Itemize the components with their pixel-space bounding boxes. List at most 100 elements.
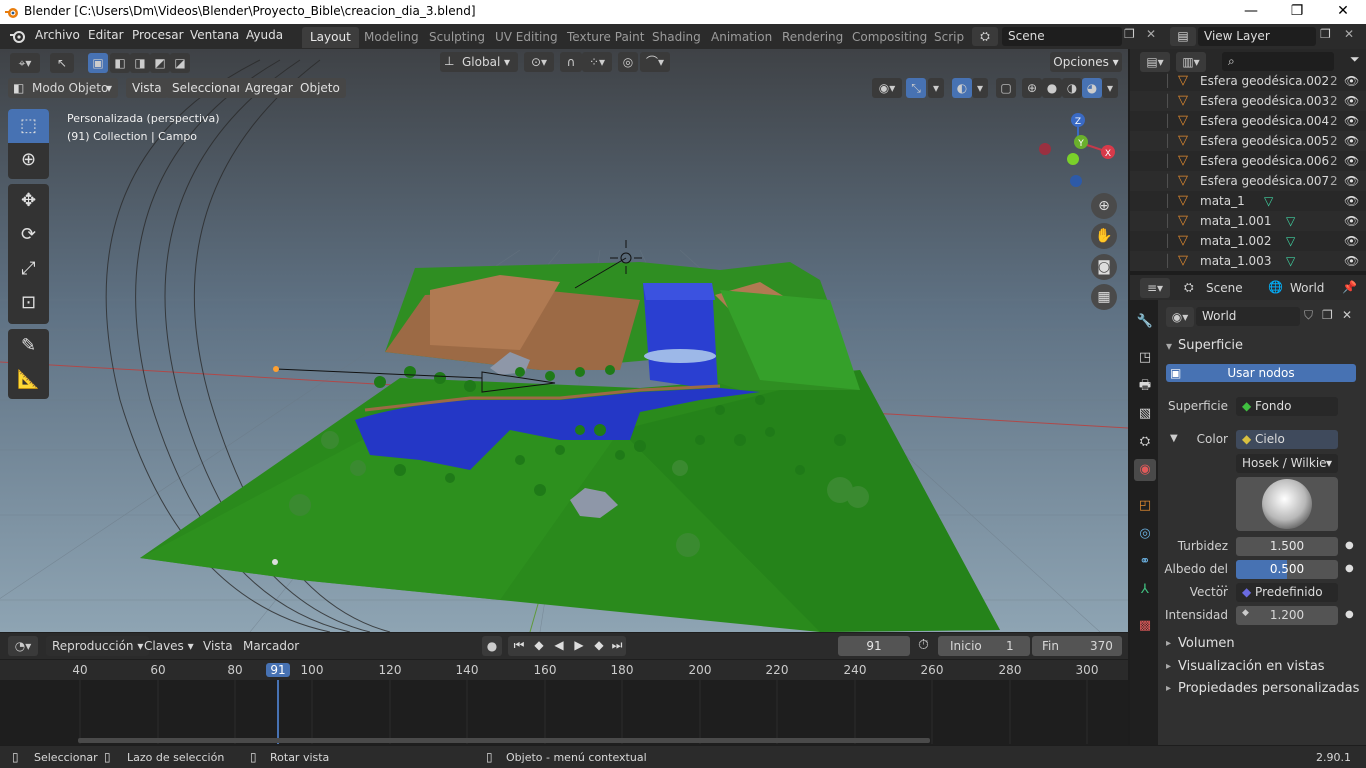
eye-icon[interactable]: 👁 [1344, 111, 1359, 131]
overlays-toggle[interactable]: ◐ [952, 78, 972, 98]
tab-data[interactable]: ⅄ [1134, 579, 1156, 601]
shading-rendered-button[interactable]: ◕ [1082, 78, 1102, 98]
tab-texture-paint[interactable]: Texture Paint [559, 27, 652, 48]
scene-browse-button[interactable]: ⛭ [972, 27, 998, 46]
outliner-editor-type-button[interactable]: ▤▾ [1140, 52, 1170, 72]
tab-world[interactable]: ◉ [1134, 459, 1156, 481]
playback-dropdown[interactable]: Reproducción ▾ [46, 636, 150, 656]
tab-constraints[interactable]: ⚭ [1134, 551, 1156, 573]
tab-scene[interactable]: ⛭ [1134, 431, 1156, 453]
tab-layout[interactable]: Layout [302, 27, 359, 48]
menu-agregar[interactable]: Agregar [239, 78, 299, 98]
timeline-editor-type-button[interactable]: ◔▾ [8, 636, 38, 656]
keys-dropdown[interactable]: Claves ▾ [140, 636, 198, 656]
gizmo-dropdown[interactable]: ▾ [928, 78, 944, 98]
play-icon[interactable]: ▶ [570, 638, 588, 652]
tab-shading[interactable]: Shading [644, 27, 709, 48]
display-mode-button[interactable]: ▥▾ [1176, 52, 1206, 72]
outliner-item[interactable]: │ ▽ Esfera geodésica.007 2 👁 [1130, 171, 1366, 191]
intensity-field[interactable]: ◆ 1.200 [1236, 606, 1338, 625]
mesh-data-icon[interactable]: ▽ [1286, 251, 1295, 271]
jump-start-icon[interactable]: ⏮ [510, 638, 528, 653]
next-keyframe-icon[interactable]: ◆ [590, 638, 608, 652]
color-input-field[interactable]: ◆ Cielo [1236, 430, 1338, 449]
tab-animation[interactable]: Animation [703, 27, 780, 48]
annotate-tool[interactable]: ✎ [8, 329, 49, 363]
eye-icon[interactable]: 👁 [1344, 71, 1359, 91]
proportional-falloff-button[interactable]: ⌒▾ [640, 52, 670, 72]
end-frame-field[interactable]: Fin 370 [1032, 636, 1122, 656]
start-frame-field[interactable]: Inicio 1 [938, 636, 1030, 656]
surface-expand-icon[interactable]: ▾ [1166, 339, 1172, 353]
outliner-item[interactable]: │ ▽ mata_1.001 ▽ 👁 [1130, 211, 1366, 231]
use-nodes-button[interactable]: ▣ Usar nodos [1166, 364, 1356, 382]
measure-tool[interactable]: 📐 [8, 363, 49, 397]
eye-icon[interactable]: 👁 [1344, 251, 1359, 271]
blender-menu-icon[interactable] [9, 28, 27, 44]
mode-dropdown[interactable]: ◧ Modo Objeto ▾ [8, 78, 118, 98]
eye-icon[interactable]: 👁 [1344, 211, 1359, 231]
tab-object[interactable]: ◰ [1134, 495, 1156, 517]
close-button[interactable]: ✕ [1320, 0, 1366, 24]
tab-rendering[interactable]: Rendering [774, 27, 851, 48]
mesh-data-icon[interactable]: ▽ [1264, 191, 1273, 211]
light-probe[interactable] [272, 559, 278, 565]
gizmo-toggle[interactable]: ⤡ [906, 78, 926, 98]
tab-uv-editing[interactable]: UV Editing [487, 27, 566, 48]
outliner-item[interactable]: │ ▽ Esfera geodésica.003 2 👁 [1130, 91, 1366, 111]
camera-view-button[interactable]: ◙ [1091, 254, 1117, 280]
visibility-dropdown[interactable]: ◉▾ [872, 78, 902, 98]
fake-user-icon[interactable]: ⛉ [1304, 308, 1313, 323]
tab-view-layer[interactable]: ▧ [1134, 403, 1156, 425]
maximize-button[interactable]: ❐ [1274, 0, 1320, 24]
tab-texture[interactable]: ▩ [1134, 615, 1156, 637]
duplicate-world-icon[interactable]: ❐ [1322, 308, 1333, 322]
tab-render[interactable]: ◳ [1134, 347, 1156, 369]
shading-dropdown[interactable]: ▾ [1102, 78, 1118, 98]
eye-icon[interactable]: 👁 [1344, 171, 1359, 191]
scene-name-field[interactable]: Scene [1002, 27, 1122, 46]
ortho-toggle-button[interactable]: ▦ [1091, 284, 1117, 310]
albedo-slider[interactable]: 0.500 [1236, 560, 1338, 579]
scale-tool[interactable]: ⤢ [8, 252, 49, 286]
world-name-field[interactable]: World [1196, 307, 1300, 326]
pin-icon[interactable]: 📌 [1342, 280, 1357, 294]
outliner-item[interactable]: │ ▽ mata_1.003 ▽ 👁 [1130, 251, 1366, 271]
select-mode-invert-button[interactable]: ◩ [150, 53, 170, 73]
minimize-button[interactable]: — [1228, 0, 1274, 24]
select-mode-extend-button[interactable]: ◧ [110, 53, 130, 73]
duplicate-scene-icon[interactable]: ❐ [1124, 27, 1142, 41]
stopwatch-icon[interactable]: ⏱ [918, 637, 929, 653]
tab-physics[interactable]: ◎ [1134, 523, 1156, 545]
filter-icon[interactable]: ⏷ [1350, 52, 1360, 67]
eye-icon[interactable]: 👁 [1344, 231, 1359, 251]
menu-ayuda[interactable]: Ayuda [246, 28, 283, 42]
jump-end-icon[interactable]: ⏭ [608, 638, 626, 653]
cursor-tool[interactable]: ⊕ [8, 143, 49, 177]
view-layer-field[interactable]: View Layer [1198, 27, 1316, 46]
shading-wireframe-button[interactable]: ⊕ [1022, 78, 1042, 98]
shading-solid-button[interactable]: ● [1042, 78, 1062, 98]
tab-output[interactable]: 🖶 [1134, 375, 1156, 397]
outliner-search-input[interactable]: ⌕ [1222, 52, 1334, 71]
prev-keyframe-icon[interactable]: ◆ [530, 638, 548, 652]
select-mode-subtract-button[interactable]: ◨ [130, 53, 150, 73]
sky-type-dropdown[interactable]: Hosek / Wilkie ▾ [1236, 454, 1338, 473]
current-frame-field[interactable]: 91 [838, 636, 910, 656]
breadcrumb-scene[interactable]: Scene [1206, 281, 1243, 295]
snap-toggle[interactable]: ∩ [560, 52, 582, 72]
tab-tool[interactable]: 🔧 [1134, 311, 1156, 333]
keyframe-dot-icon[interactable]: ● [1345, 563, 1354, 574]
timeline-scrollbar[interactable] [78, 738, 930, 743]
properties-editor-type-button[interactable]: ≡▾ [1140, 278, 1170, 298]
editor-type-button[interactable]: ⌖▾ [10, 53, 40, 73]
playhead-frame-label[interactable]: 91 [266, 663, 290, 677]
menu-archivo[interactable]: Archivo [35, 28, 80, 42]
rotate-tool[interactable]: ⟳ [8, 218, 49, 252]
duplicate-view-layer-icon[interactable]: ❐ [1320, 27, 1338, 41]
mesh-data-icon[interactable]: ▽ [1286, 231, 1295, 251]
menu-ventana[interactable]: Ventana [190, 28, 239, 42]
menu-procesar[interactable]: Procesar [132, 28, 184, 42]
mesh-data-icon[interactable]: ▽ [1286, 211, 1295, 231]
volume-expand-icon[interactable]: ▸ [1166, 638, 1171, 649]
